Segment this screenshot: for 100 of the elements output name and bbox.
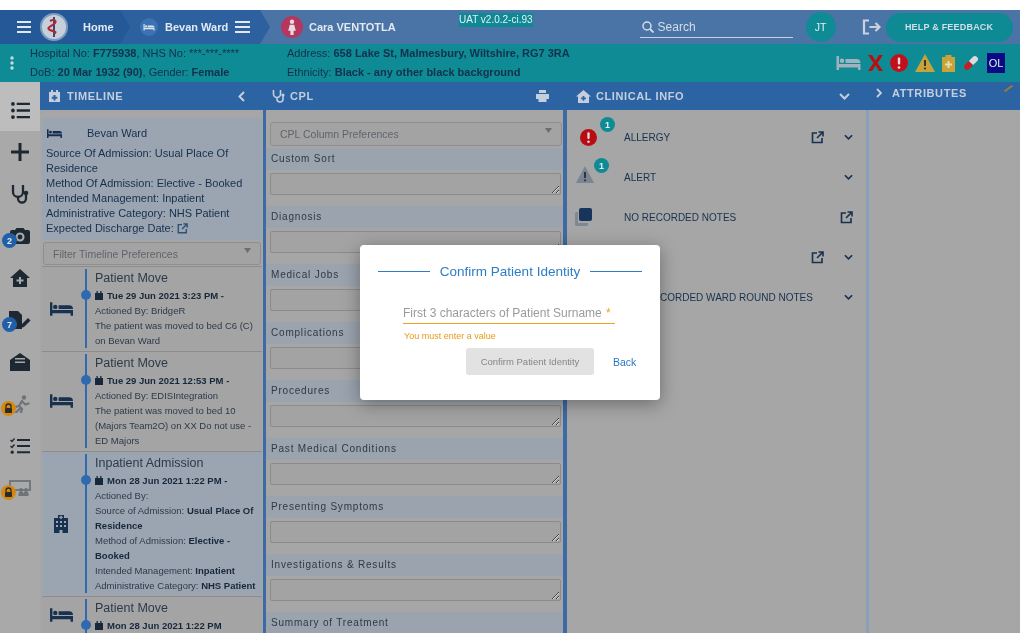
text-area-field[interactable] — [270, 463, 561, 485]
surname-field[interactable]: First 3 characters of Patient Surname — [403, 302, 606, 324]
lock-icon — [1, 485, 16, 500]
bed-icon — [49, 394, 73, 408]
stethoscope-icon — [11, 184, 29, 204]
sidebar-item[interactable]: 2 — [0, 215, 40, 257]
text-area-field[interactable] — [270, 405, 561, 427]
text-area-field[interactable] — [270, 579, 561, 601]
calendar-icon — [95, 621, 103, 630]
entry-detail: Administrative Category: NHS Patient — [95, 579, 257, 593]
warning-icon[interactable] — [915, 54, 935, 72]
logout-icon[interactable] — [861, 19, 882, 35]
calendar-icon — [95, 376, 103, 385]
chevron-down-icon[interactable] — [844, 254, 853, 260]
bed-icon — [49, 301, 73, 316]
count-badge: 2 — [2, 233, 17, 248]
chevron-right-icon[interactable] — [876, 88, 882, 98]
menu-icon[interactable] — [235, 21, 251, 33]
bed-icon — [140, 18, 158, 36]
breadcrumb-link[interactable]: Home — [83, 21, 114, 33]
stacked-squares-icon — [575, 208, 592, 226]
column-title: CLINICAL INFO — [596, 90, 685, 102]
chevron-down-icon[interactable] — [844, 134, 853, 140]
back-link[interactable]: Back — [613, 355, 637, 368]
admission-detail: Method Of Admission: Elective - Booked — [46, 176, 244, 191]
sidebar-item[interactable]: 7 — [0, 299, 40, 341]
external-link-icon[interactable] — [811, 130, 824, 144]
entry-title: Patient Move — [95, 600, 169, 617]
filter-dropdown[interactable]: Filter Timeline Preferences — [43, 242, 261, 265]
calendar-icon — [49, 90, 60, 102]
section-header: Custom Sort — [266, 148, 563, 170]
breadcrumb-link[interactable]: Bevan Ward — [165, 21, 229, 33]
user-avatar[interactable]: JT — [805, 12, 836, 42]
entry-title: Patient Move — [95, 355, 169, 372]
text-area-field[interactable] — [270, 173, 561, 195]
breadcrumb-link[interactable]: Cara VENTOTLA — [309, 21, 396, 33]
entry-title: Inpatient Admission — [95, 455, 205, 472]
section-header: Diagnosis — [266, 206, 563, 228]
timeline-marker-icon — [81, 475, 91, 485]
entry-detail: Actioned By: EDISIntegration — [95, 389, 220, 403]
required-mark: * — [606, 302, 615, 324]
menu-icon[interactable] — [17, 21, 31, 33]
presentation-icon — [9, 480, 31, 496]
entry-date: Tue 29 Jun 2021 12:53 PM - — [107, 374, 230, 388]
entry-date: Tue 29 Jun 2021 3:23 PM - — [107, 289, 225, 303]
timeline-entry[interactable] — [42, 451, 262, 595]
section-header: Presenting Symptoms — [266, 496, 563, 518]
entry-date: Mon 28 Jun 2021 1:22 PM - — [107, 474, 228, 488]
house-plus-icon — [10, 269, 30, 287]
section-header: Past Medical Conditions — [266, 438, 563, 460]
patient-detail: DoB: 20 Mar 1932 (90), Gender: Female — [30, 65, 231, 80]
pill-icon[interactable] — [962, 54, 980, 72]
column-title: TIMELINE — [67, 90, 124, 102]
alert-icon[interactable] — [890, 54, 908, 72]
external-link-icon[interactable] — [811, 250, 824, 264]
chevron-down-icon[interactable] — [844, 294, 853, 300]
emblem-icon — [40, 13, 68, 41]
timeline-entry[interactable]: Patient Move Mon 28 Jun 2021 1:22 PM — [42, 596, 262, 633]
version-label: UAT v2.0.2-ci.93 — [459, 13, 533, 27]
search-field[interactable]: Search — [639, 16, 793, 38]
entry-detail: Source of Admission: Usual Place Of Residence — [95, 504, 255, 533]
clipboard-icon[interactable] — [942, 54, 955, 72]
error-message: You must enter a value — [404, 331, 497, 342]
patient-detail: Hospital No: F775938, NHS No: ***-***-**** — [30, 46, 241, 61]
edit-icon[interactable] — [176, 223, 188, 234]
admission-detail: Administrative Category: NHS Patient — [46, 206, 231, 221]
column-preferences-dropdown[interactable]: CPL Column Preferences — [270, 122, 562, 146]
clinical-info-label[interactable]: ALERT — [624, 171, 657, 183]
bed-icon — [49, 608, 73, 622]
text-area-field[interactable] — [270, 521, 561, 543]
entry-detail: The patient was moved to bed C6 (C) on Bevan Ward — [95, 319, 254, 348]
envelope-icon — [10, 353, 30, 371]
patient-detail: Ethnicity: Black - any other black background — [287, 65, 522, 80]
caret-icon — [244, 248, 251, 253]
list-icon — [10, 101, 30, 119]
bed-icon — [47, 128, 62, 138]
clinical-info-label[interactable]: NO RECORDED NOTES — [624, 211, 737, 223]
chevron-down-icon[interactable] — [844, 174, 853, 180]
entry-detail: Intended Management: Inpatient — [95, 564, 236, 578]
timeline-entry[interactable]: Patient Move Tue 29 Jun 2021 3:23 PM - Actioned By: BridgeR The patient was moved to bed C6 (C) on Bevan Ward — [42, 266, 262, 350]
help-feedback-button[interactable]: HELP & FEEDBACK — [885, 12, 1013, 42]
count-badge: 1 — [600, 117, 615, 132]
caret-icon — [545, 128, 552, 133]
clinical-info-label[interactable]: ALLERGY — [624, 131, 671, 143]
entry-detail: Actioned By: — [95, 489, 150, 503]
checklist-icon — [10, 438, 30, 454]
count-badge: 1 — [594, 158, 609, 173]
house-icon — [576, 89, 591, 103]
flag-badge[interactable]: OL — [987, 53, 1005, 73]
section-header: Summary of Treatment — [266, 612, 563, 633]
calendar-icon — [95, 476, 103, 485]
timeline-entry[interactable]: Patient Move Tue 29 Jun 2021 12:53 PM - Actioned By: EDISIntegration The patient was moved to bed 10 (Majors Team2O) on XX Do not use - ED Majors — [42, 351, 262, 450]
sidebar-item[interactable] — [0, 82, 40, 131]
external-link-icon[interactable] — [840, 210, 853, 224]
calendar-icon — [95, 291, 103, 300]
printer-icon[interactable] — [536, 90, 549, 102]
chevron-left-icon[interactable] — [238, 90, 245, 102]
admission-detail: Source Of Admission: Usual Place Of Residence — [46, 146, 230, 176]
timeline-marker-icon — [81, 375, 91, 385]
more-options-icon[interactable] — [10, 56, 14, 70]
